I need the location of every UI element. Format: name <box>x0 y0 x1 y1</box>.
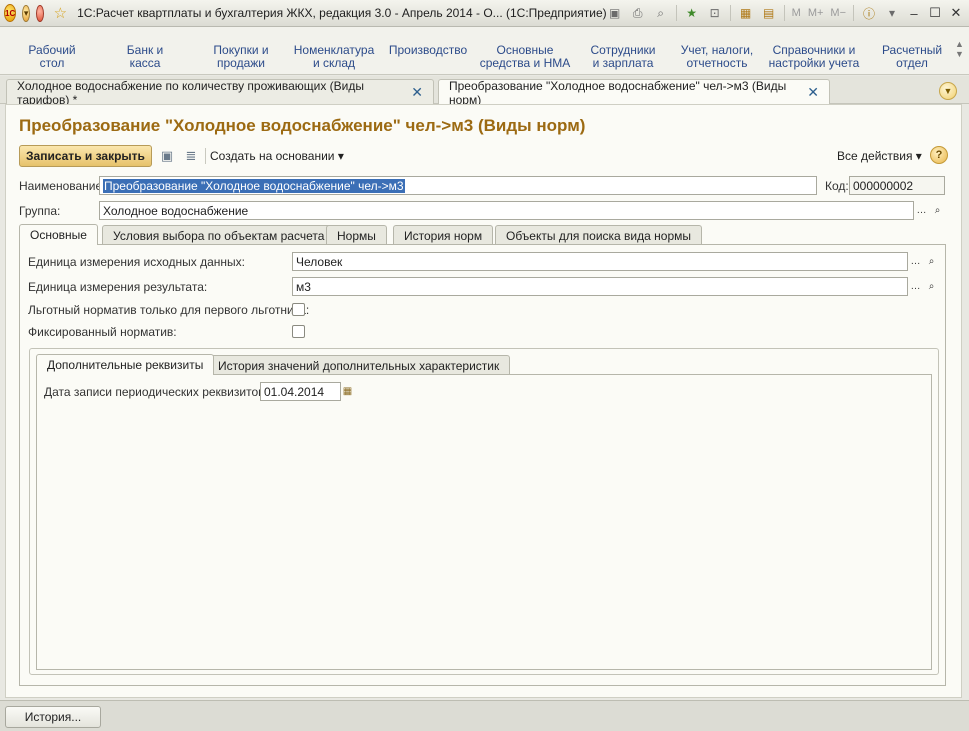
search-icon[interactable]: ⌕ <box>924 252 939 271</box>
favorites-star-icon[interactable]: ☆ <box>54 4 67 22</box>
close-icon[interactable]: ✕ <box>411 84 423 101</box>
memory-m-button[interactable]: M <box>792 5 801 21</box>
close-icon[interactable]: ✕ <box>949 5 963 21</box>
memory-minus-button[interactable]: M− <box>830 5 846 21</box>
window-tab-norms[interactable]: Преобразование "Холодное водоснабжение" … <box>438 78 830 107</box>
chevron-down-icon[interactable]: ▼ <box>939 82 957 100</box>
all-actions-button[interactable]: Все действия ▾ <box>837 149 922 163</box>
source-unit-field[interactable]: Человек <box>292 252 908 271</box>
info-icon[interactable]: ⓘ <box>861 5 877 21</box>
command-bar: Записать и закрыть ▣ ≣ Создать на основа… <box>19 145 948 167</box>
section-fixed-assets[interactable]: Основные средства и НМА <box>478 44 572 70</box>
group-label: Группа: <box>19 204 61 218</box>
history-icon[interactable]: ⊡ <box>707 5 723 21</box>
tab-search-objects[interactable]: Объекты для поиска вида нормы <box>495 225 702 245</box>
main-menu-icon[interactable]: ▾ <box>22 4 30 22</box>
section-employees[interactable]: Сотрудники и зарплата <box>586 44 660 70</box>
help-icon[interactable]: ? <box>930 146 948 164</box>
page-title: Преобразование "Холодное водоснабжение" … <box>19 116 586 135</box>
form-window: Преобразование "Холодное водоснабжение" … <box>5 104 962 698</box>
stop-icon[interactable] <box>35 4 44 22</box>
select-button[interactable]: … <box>914 201 929 220</box>
name-value: Преобразование "Холодное водоснабжение" … <box>103 179 405 193</box>
search-icon[interactable]: ⌕ <box>930 201 945 220</box>
app-logo-icon[interactable]: 1С <box>4 4 17 22</box>
toolbar-divider <box>675 5 677 21</box>
minimize-icon[interactable]: – <box>907 6 921 21</box>
chevron-down-icon[interactable]: ▾ <box>884 5 900 21</box>
source-unit-label: Единица измерения исходных данных: <box>28 255 246 269</box>
date-field[interactable]: 01.04.2014 <box>260 382 341 401</box>
fixed-norm-label: Фиксированный норматив: <box>28 325 177 339</box>
open-windows-bar: Холодное водоснабжение по количеству про… <box>0 76 969 107</box>
select-button[interactable]: … <box>908 252 923 271</box>
history-button[interactable]: История... <box>5 706 101 728</box>
section-nomenclature[interactable]: Номенклатура и склад <box>292 44 376 70</box>
window-title: 1С:Расчет квартплаты и бухгалтерия ЖКХ, … <box>77 6 607 20</box>
toolbar-divider <box>205 148 206 164</box>
name-label: Наименование: <box>19 179 106 193</box>
section-calc-dept[interactable]: Расчетный отдел <box>878 44 946 70</box>
tab-main[interactable]: Основные <box>19 224 98 245</box>
sub-tab-panel: Дата записи периодических реквизитов: 01… <box>36 374 932 670</box>
print-icon[interactable]: ⎙ <box>630 5 646 21</box>
title-toolbar: ▣ ⎙ ⌕ ★ ⊡ ▦ ▤ M M+ M− ⓘ ▾ – ☐ ✕ <box>607 5 969 21</box>
result-unit-field[interactable]: м3 <box>292 277 908 296</box>
calendar-icon[interactable]: ▤ <box>761 5 777 21</box>
tab-selection-conditions[interactable]: Условия выбора по объектам расчета <box>102 225 336 245</box>
section-purchases[interactable]: Покупки и продажи <box>205 44 277 70</box>
privilege-checkbox[interactable] <box>292 303 305 316</box>
section-references[interactable]: Справочники и настройки учета <box>766 44 862 70</box>
list-icon[interactable]: ≣ <box>183 148 199 164</box>
group-field[interactable]: Холодное водоснабжение <box>99 201 914 220</box>
status-bar: История... <box>0 700 969 731</box>
toolbar-divider <box>783 5 785 21</box>
add-favorite-icon[interactable]: ★ <box>684 5 700 21</box>
tab-norm-history[interactable]: История норм <box>393 225 494 245</box>
date-label: Дата записи периодических реквизитов: <box>44 385 268 399</box>
title-bar: 1С ▾ ☆ 1С:Расчет квартплаты и бухгалтери… <box>0 0 969 27</box>
create-based-on-button[interactable]: Создать на основании ▾ <box>210 149 344 163</box>
privilege-label: Льготный норматив только для первого льг… <box>28 303 310 317</box>
name-field[interactable]: Преобразование "Холодное водоснабжение" … <box>99 176 817 195</box>
maximize-icon[interactable]: ☐ <box>928 5 942 21</box>
memory-plus-button[interactable]: M+ <box>808 5 824 21</box>
calculator-icon[interactable]: ▦ <box>738 5 754 21</box>
search-icon[interactable]: ⌕ <box>924 277 939 296</box>
window-tab-label: Холодное водоснабжение по количеству про… <box>17 78 365 107</box>
result-unit-label: Единица измерения результата: <box>28 280 208 294</box>
tab-additional-attributes[interactable]: Дополнительные реквизиты <box>36 354 215 375</box>
section-production[interactable]: Производство <box>388 44 468 57</box>
sections-panel: Рабочий стол Банк и касса Покупки и продажи… <box>0 27 969 75</box>
window-tab-label: Преобразование "Холодное водоснабжение" … <box>449 78 787 107</box>
save-and-close-button[interactable]: Записать и закрыть <box>19 145 152 167</box>
preview-icon[interactable]: ⌕ <box>653 5 669 21</box>
toolbar-divider <box>853 5 854 21</box>
sections-scroll-icon[interactable]: ▲ ▼ <box>955 39 965 59</box>
additional-group: Дополнительные реквизиты История значени… <box>29 348 939 675</box>
section-bank[interactable]: Банк и касса <box>113 44 177 70</box>
fixed-norm-checkbox[interactable] <box>292 325 305 338</box>
main-tab-panel: Единица измерения исходных данных: Челов… <box>19 244 946 686</box>
code-label: Код: <box>825 179 849 193</box>
close-icon[interactable]: ✕ <box>807 84 819 101</box>
select-button[interactable]: … <box>908 277 923 296</box>
save-icon[interactable]: ▣ <box>607 5 623 21</box>
code-field[interactable]: 000000002 <box>849 176 945 195</box>
section-taxes[interactable]: Учет, налоги, отчетность <box>675 44 759 70</box>
window-tab-tariffs[interactable]: Холодное водоснабжение по количеству про… <box>6 78 434 107</box>
save-icon[interactable]: ▣ <box>159 148 175 164</box>
tab-characteristics-history[interactable]: История значений дополнительных характер… <box>207 355 511 375</box>
tab-norms[interactable]: Нормы <box>326 225 387 245</box>
section-desktop[interactable]: Рабочий стол <box>20 44 84 70</box>
toolbar-divider <box>729 5 731 21</box>
calendar-icon[interactable]: ▦ <box>340 382 355 401</box>
